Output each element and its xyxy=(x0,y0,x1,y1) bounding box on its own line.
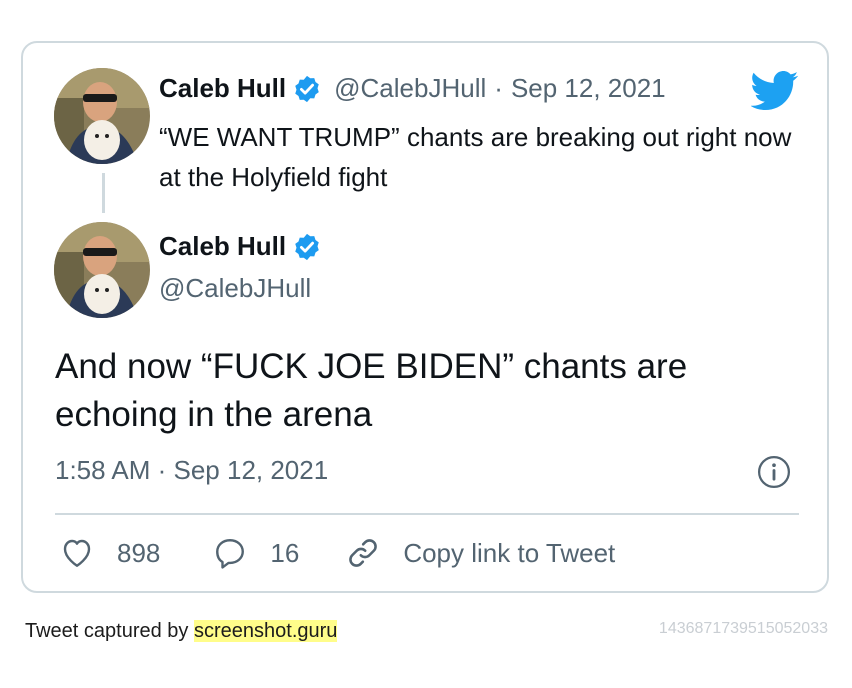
tweet-id: 1436871739515052033 xyxy=(658,620,828,637)
handle[interactable]: @CalebJHull xyxy=(159,273,311,304)
separator: · xyxy=(494,73,503,103)
screenshot-guru-link[interactable]: screenshot.guru xyxy=(193,620,338,642)
quoted-tweet-text: “WE WANT TRUMP” chants are breaking out … xyxy=(159,122,792,192)
link-icon xyxy=(349,539,378,567)
tweet-card: Caleb Hull @CalebJHull · Sep 12, 2021 “W… xyxy=(21,41,829,593)
display-name[interactable]: Caleb Hull xyxy=(159,231,286,262)
reply-button[interactable]: 16 xyxy=(212,535,299,571)
verified-badge-icon xyxy=(292,232,322,262)
quoted-tweet-header: Caleb Hull @CalebJHull · Sep 12, 2021 xyxy=(159,73,666,104)
like-button[interactable]: 898 xyxy=(59,535,160,571)
like-count: 898 xyxy=(117,537,161,568)
main-tweet-handle-row: @CalebJHull xyxy=(159,273,311,304)
captured-by-label: Tweet captured by xyxy=(25,620,194,642)
reply-count: 16 xyxy=(270,537,300,568)
info-icon[interactable] xyxy=(757,455,791,489)
handle[interactable]: @CalebJHull xyxy=(334,73,486,104)
reply-icon xyxy=(216,539,245,569)
avatar[interactable] xyxy=(54,68,150,164)
verified-badge-icon xyxy=(292,74,322,104)
tweet-timestamp[interactable]: 1:58 AM · Sep 12, 2021 xyxy=(55,455,328,486)
divider xyxy=(55,513,799,515)
capture-credit: Tweet captured by screenshot.guru xyxy=(25,620,338,643)
copy-link-label: Copy link to Tweet xyxy=(403,537,616,568)
main-tweet-text: And now “FUCK JOE BIDEN” chants are echo… xyxy=(55,347,688,434)
main-tweet-header: Caleb Hull xyxy=(159,231,322,262)
heart-icon xyxy=(63,539,91,567)
tweet-date[interactable]: Sep 12, 2021 xyxy=(511,73,666,104)
avatar[interactable] xyxy=(54,222,150,318)
thread-line xyxy=(102,173,105,213)
copy-link-button[interactable]: Copy link to Tweet xyxy=(345,535,615,571)
display-name[interactable]: Caleb Hull xyxy=(159,73,286,104)
action-bar: 898 16 Copy link to Tweet xyxy=(59,535,615,571)
twitter-bird-icon[interactable] xyxy=(751,71,799,111)
